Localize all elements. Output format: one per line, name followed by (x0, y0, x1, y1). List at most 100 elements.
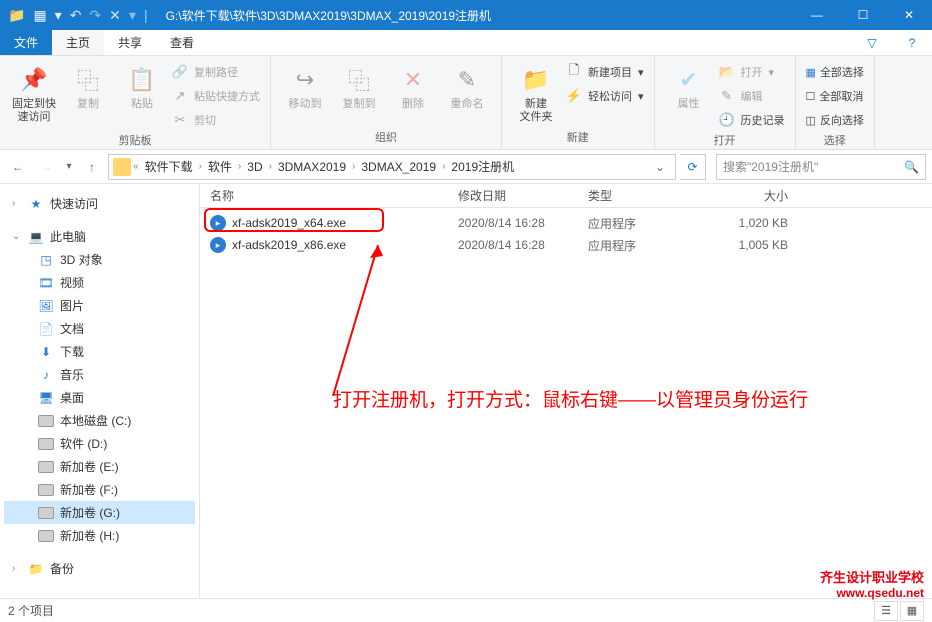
tree-videos[interactable]: 🎞视频 (4, 271, 195, 294)
rename-button[interactable]: ✎ 重命名 (443, 60, 491, 111)
recent-dropdown-icon[interactable]: ▾ (62, 155, 76, 179)
copy-path-button[interactable]: 🔗复制路径 (172, 62, 260, 82)
breadcrumb-seg[interactable]: 软件下载 (141, 158, 197, 175)
drive-icon (38, 530, 54, 542)
copyto-button[interactable]: ⿻ 复制到 (335, 60, 383, 111)
tree-drive-e[interactable]: 新加卷 (E:) (4, 455, 195, 478)
minimize-button[interactable]: — (794, 0, 840, 30)
tab-home[interactable]: 主页 (52, 30, 104, 55)
close-button[interactable]: ✕ (886, 0, 932, 30)
tree-pictures[interactable]: 🖼图片 (4, 294, 195, 317)
file-row[interactable]: ▸xf-adsk2019_x64.exe 2020/8/14 16:28 应用程… (200, 212, 932, 234)
group-label-select: 选择 (806, 130, 864, 150)
pin-quickaccess-button[interactable]: 📌 固定到快 速访问 (10, 60, 58, 124)
search-icon[interactable]: 🔍 (904, 160, 919, 174)
picture-icon: 🖼 (38, 298, 54, 314)
tree-drive-g[interactable]: 新加卷 (G:) (4, 501, 195, 524)
properties-button[interactable]: ✔ 属性 (665, 60, 713, 111)
newitem-button[interactable]: 🗋新建项目 ▾ (566, 62, 644, 82)
forward-button[interactable]: → (34, 155, 58, 179)
help-icon[interactable]: ? (892, 30, 932, 55)
watermark-line2: www.qsedu.net (820, 586, 924, 600)
easyaccess-button[interactable]: ⚡轻松访问 ▾ (566, 86, 644, 106)
breadcrumb-seg[interactable]: 软件 (204, 158, 236, 175)
selectnone-button[interactable]: ☐全部取消 (806, 86, 864, 106)
folder-icon: 📁 (8, 7, 25, 24)
drive-icon (38, 507, 54, 519)
col-type[interactable]: 类型 (588, 187, 708, 204)
back-button[interactable]: ← (6, 155, 30, 179)
search-input[interactable]: 搜索"2019注册机" 🔍 (716, 154, 926, 180)
tree-downloads[interactable]: ⬇下载 (4, 340, 195, 363)
col-size[interactable]: 大小 (708, 187, 808, 204)
tree-quickaccess[interactable]: ›★快速访问 (4, 192, 195, 215)
download-icon: ⬇ (38, 344, 54, 360)
qat-props-icon[interactable]: ▦ (33, 7, 46, 24)
ribbon-tabs: 文件 主页 共享 查看 ▽ ? (0, 30, 932, 56)
breadcrumb[interactable]: « 软件下载› 软件› 3D› 3DMAX2019› 3DMAX_2019› 2… (108, 154, 676, 180)
maximize-button[interactable]: ☐ (840, 0, 886, 30)
tree-drive-d[interactable]: 软件 (D:) (4, 432, 195, 455)
chevron-right-icon[interactable]: « (133, 161, 139, 172)
tree-backup[interactable]: ›📁备份 (4, 557, 195, 580)
tab-view[interactable]: 查看 (156, 30, 208, 55)
redo-icon[interactable]: ↷ (89, 7, 101, 24)
delete-icon: ✕ (397, 64, 429, 96)
tree-documents[interactable]: 📄文档 (4, 317, 195, 340)
qat-dropdown-icon[interactable]: ▾ (55, 7, 62, 24)
drive-icon (38, 461, 54, 473)
tree-thispc[interactable]: ⌄💻此电脑 (4, 225, 195, 248)
rename-icon: ✎ (451, 64, 483, 96)
edit-button[interactable]: ✎编辑 (719, 86, 785, 106)
link-icon: 🔗 (172, 64, 188, 80)
view-details-button[interactable]: ☰ (874, 601, 898, 621)
tree-desktop[interactable]: 🖥桌面 (4, 386, 195, 409)
paste-button[interactable]: 📋 粘贴 (118, 60, 166, 111)
up-button[interactable]: ↑ (80, 155, 104, 179)
open-icon: 📂 (719, 64, 735, 80)
paste-icon: 📋 (126, 64, 158, 96)
col-name[interactable]: 名称 (200, 187, 458, 204)
drive-icon (38, 438, 54, 450)
breadcrumb-seg[interactable]: 2019注册机 (447, 158, 518, 175)
history-icon: 🕘 (719, 112, 735, 128)
watermark: 齐生设计职业学校 www.qsedu.net (820, 567, 924, 600)
history-button[interactable]: 🕘历史记录 (719, 110, 785, 130)
tab-share[interactable]: 共享 (104, 30, 156, 55)
group-label-organize: 组织 (281, 127, 491, 147)
delete-button[interactable]: ✕ 删除 (389, 60, 437, 111)
tree-music[interactable]: ♪音乐 (4, 363, 195, 386)
tree-drive-c[interactable]: 本地磁盘 (C:) (4, 409, 195, 432)
moveto-button[interactable]: ↪ 移动到 (281, 60, 329, 111)
folder-icon: 📁 (28, 561, 44, 577)
paste-shortcut-button[interactable]: ↗粘贴快捷方式 (172, 86, 260, 106)
col-date[interactable]: 修改日期 (458, 187, 588, 204)
file-row[interactable]: ▸xf-adsk2019_x86.exe 2020/8/14 16:28 应用程… (200, 234, 932, 256)
tree-drive-f[interactable]: 新加卷 (F:) (4, 478, 195, 501)
address-dropdown-icon[interactable]: ⌄ (649, 160, 671, 174)
invertselection-button[interactable]: ◫反向选择 (806, 110, 864, 130)
copy-button[interactable]: ⿻ 复制 (64, 60, 112, 111)
nav-tree[interactable]: ›★快速访问 ⌄💻此电脑 ◳3D 对象 🎞视频 🖼图片 📄文档 ⬇下载 ♪音乐 … (0, 184, 200, 598)
tree-3dobjects[interactable]: ◳3D 对象 (4, 248, 195, 271)
selectall-button[interactable]: ▦全部选择 (806, 62, 864, 82)
ribbon: 📌 固定到快 速访问 ⿻ 复制 📋 粘贴 🔗复制路径 ↗粘贴快捷方式 ✂剪切 剪… (0, 56, 932, 150)
breadcrumb-seg[interactable]: 3DMAX_2019 (357, 160, 440, 174)
tree-drive-h[interactable]: 新加卷 (H:) (4, 524, 195, 547)
group-label-new: 新建 (512, 127, 644, 147)
breadcrumb-seg[interactable]: 3D (243, 160, 266, 174)
view-icons-button[interactable]: ▦ (900, 601, 924, 621)
cut-button[interactable]: ✂剪切 (172, 110, 260, 130)
music-icon: ♪ (38, 367, 54, 383)
pin-icon: 📌 (18, 64, 50, 96)
breadcrumb-seg[interactable]: 3DMAX2019 (274, 160, 350, 174)
ribbon-group-organize: ↪ 移动到 ⿻ 复制到 ✕ 删除 ✎ 重命名 组织 (271, 56, 502, 149)
newfolder-button[interactable]: 📁 新建 文件夹 (512, 60, 560, 124)
newitem-icon: 🗋 (566, 64, 582, 80)
delete-qat-icon[interactable]: ✕ (109, 7, 121, 24)
tab-file[interactable]: 文件 (0, 30, 52, 55)
open-button[interactable]: 📂打开 ▾ (719, 62, 785, 82)
ribbon-collapse-icon[interactable]: ▽ (852, 30, 892, 55)
undo-icon[interactable]: ↶ (70, 7, 82, 24)
refresh-button[interactable]: ⟳ (680, 154, 706, 180)
